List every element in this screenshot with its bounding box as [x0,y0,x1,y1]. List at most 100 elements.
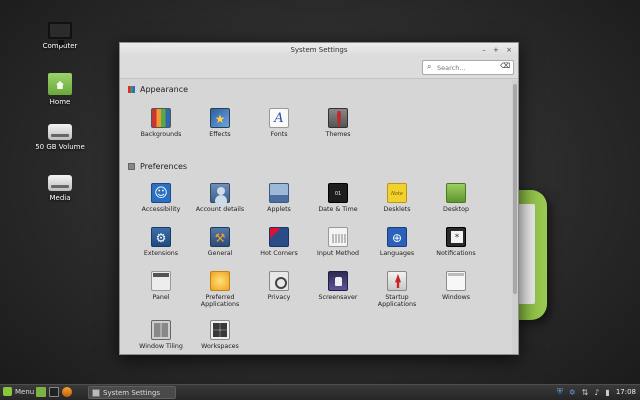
desktop-icon-label: 50 GB Volume [35,143,85,151]
setting-panel[interactable]: Panel [131,271,191,301]
setting-label: Screensaver [318,294,358,301]
setting-label: Input Method [317,250,359,257]
browser-launcher-icon[interactable] [62,387,72,397]
volume-icon[interactable]: ♪ [594,388,599,397]
minimize-button[interactable]: – [482,46,486,54]
setting-extensions[interactable]: ⚙ Extensions [131,227,191,257]
setting-label: General [207,250,233,257]
desktop-icon-volume[interactable]: 50 GB Volume [25,120,95,151]
setting-label: Accessibility [141,206,181,213]
desktop-icon-home[interactable]: Home [25,73,95,106]
setting-windows[interactable]: Windows [426,271,486,301]
update-shield-icon[interactable]: ⛨ [557,387,563,397]
setting-date-time[interactable]: 01 Date & Time [308,183,368,213]
clear-search-icon[interactable]: ⌫ [500,62,510,70]
setting-notifications[interactable]: Notifications [426,227,486,257]
notifications-icon [446,227,466,247]
terminal-launcher-icon[interactable] [49,387,59,397]
bluetooth-icon[interactable]: ✡ [569,388,576,397]
preferred-applications-icon [210,271,230,291]
setting-label: Backgrounds [140,131,182,138]
system-tray: ⛨ ✡ ⇅ ♪ ▮ 17:08 [557,387,636,397]
setting-startup-applications[interactable]: Startup Applications [367,271,427,308]
setting-label: Languages [379,250,415,257]
setting-label: Panel [152,294,170,301]
desktop-icon-media[interactable]: Media [25,171,95,202]
setting-window-tiling[interactable]: Window Tiling [131,320,191,350]
section-title: Appearance [140,85,189,94]
languages-icon: ⊕ [387,227,407,247]
taskbar: Menu System Settings ⛨ ✡ ⇅ ♪ ▮ 17:08 [0,384,640,400]
backgrounds-icon [151,108,171,128]
themes-icon [328,108,348,128]
search-icon: ⌕ [427,62,432,71]
menu-button[interactable]: Menu [3,387,34,396]
search-bar: ⌕ ⌫ [120,57,518,79]
setting-label: Desklets [383,206,411,213]
panel-icon [151,271,171,291]
section-appearance-header: Appearance [128,85,188,94]
section-preferences-header: Preferences [128,162,187,171]
privacy-icon [269,271,289,291]
account-details-icon [210,183,230,203]
files-launcher-icon[interactable] [36,387,46,397]
section-title: Preferences [140,162,188,171]
window-controls: – + × [477,43,512,57]
setting-input-method[interactable]: Input Method [308,227,368,257]
battery-icon[interactable]: ▮ [605,388,609,397]
home-folder-icon [48,73,72,95]
appearance-icon [128,86,135,93]
search-input[interactable] [437,62,501,73]
system-settings-window: System Settings – + × ⌕ ⌫ Appearance Bac… [119,42,519,355]
network-icon[interactable]: ⇅ [582,388,589,397]
system-settings-icon [92,388,100,397]
drive-icon [48,124,72,140]
desktop-icon-computer[interactable]: Computer [25,22,95,50]
desktop-icon-label: Home [49,98,71,106]
setting-languages[interactable]: ⊕ Languages [367,227,427,257]
setting-backgrounds[interactable]: Backgrounds [131,108,191,138]
setting-effects[interactable]: Effects [190,108,250,138]
setting-desklets[interactable]: Note Desklets [367,183,427,213]
windows-icon [446,271,466,291]
preferences-icon [128,163,135,170]
setting-fonts[interactable]: A Fonts [249,108,309,138]
date-time-icon: 01 [328,183,348,203]
search-field[interactable]: ⌕ ⌫ [422,60,514,75]
setting-label: Preferred Applications [200,294,240,309]
setting-desktop[interactable]: Desktop [426,183,486,213]
setting-label: Notifications [436,250,476,257]
setting-screensaver[interactable]: Screensaver [308,271,368,301]
window-tiling-icon [151,320,171,340]
general-icon: ⚒ [210,227,230,247]
setting-label: Startup Applications [377,294,417,309]
setting-label: Extensions [143,250,179,257]
settings-content: Appearance Backgrounds Effects A Fonts T… [120,80,512,354]
setting-label: Effects [209,131,231,138]
setting-label: Account details [195,206,245,213]
scrollbar-thumb[interactable] [513,84,517,294]
setting-accessibility[interactable]: Accessibility [131,183,191,213]
setting-applets[interactable]: Applets [249,183,309,213]
clock[interactable]: 17:08 [616,388,636,396]
setting-label: Privacy [267,294,291,301]
setting-general[interactable]: ⚒ General [190,227,250,257]
maximize-button[interactable]: + [493,46,499,54]
setting-preferred-applications[interactable]: Preferred Applications [190,271,250,308]
setting-label: Themes [325,131,351,138]
taskbar-window-system-settings[interactable]: System Settings [88,386,176,399]
setting-label: Window Tiling [139,343,183,350]
keyboard-icon [328,227,348,247]
titlebar[interactable]: System Settings – + × [120,43,518,57]
setting-hot-corners[interactable]: Hot Corners [249,227,309,257]
computer-icon [48,22,72,45]
setting-account-details[interactable]: Account details [190,183,250,213]
setting-themes[interactable]: Themes [308,108,368,138]
window-title: System Settings [290,46,348,54]
scrollbar[interactable] [512,80,518,354]
setting-workspaces[interactable]: Workspaces [190,320,250,350]
applets-icon [269,183,289,203]
setting-privacy[interactable]: Privacy [249,271,309,301]
setting-label: Hot Corners [260,250,298,257]
close-button[interactable]: × [506,46,512,54]
